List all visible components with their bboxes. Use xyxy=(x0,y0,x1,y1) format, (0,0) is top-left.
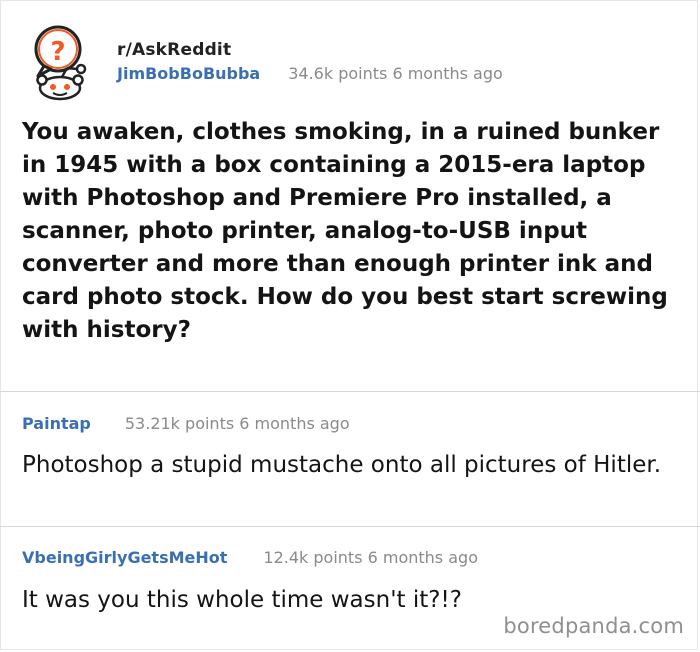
svg-text:?: ? xyxy=(50,37,65,67)
comment-author[interactable]: Paintap xyxy=(22,414,91,433)
comment-points-time: 53.21k points 6 months ago xyxy=(124,414,350,433)
post-title[interactable]: You awaken, clothes smoking, in a ruined… xyxy=(22,116,682,347)
comment-author[interactable]: VbeingGirlyGetsMeHot xyxy=(22,548,227,567)
comment-points-time: 12.4k points 6 months ago xyxy=(263,548,478,567)
comment-body: It was you this whole time wasn't it?!? xyxy=(22,587,462,613)
comment-body: Photoshop a stupid mustache onto all pic… xyxy=(22,452,662,478)
post: ? r/AskReddit JimBobBoBubba 34.6k points … xyxy=(0,0,700,392)
comment-meta: Paintap 53.21k points 6 months ago xyxy=(22,414,350,433)
comment-meta: VbeingGirlyGetsMeHot 12.4k points 6 month… xyxy=(22,548,478,567)
comment: VbeingGirlyGetsMeHot 12.4k points 6 month… xyxy=(0,527,700,652)
post-author[interactable]: JimBobBoBubba xyxy=(117,64,260,83)
comment: Paintap 53.21k points 6 months ago Photos… xyxy=(0,392,700,527)
post-meta: JimBobBoBubba 34.6k points 6 months ago xyxy=(117,64,503,83)
post-points-time: 34.6k points 6 months ago xyxy=(288,64,503,83)
subreddit-name[interactable]: r/AskReddit xyxy=(117,40,231,60)
watermark: boredpanda.com xyxy=(503,614,684,638)
reddit-snoo-question-icon: ? xyxy=(34,25,87,101)
